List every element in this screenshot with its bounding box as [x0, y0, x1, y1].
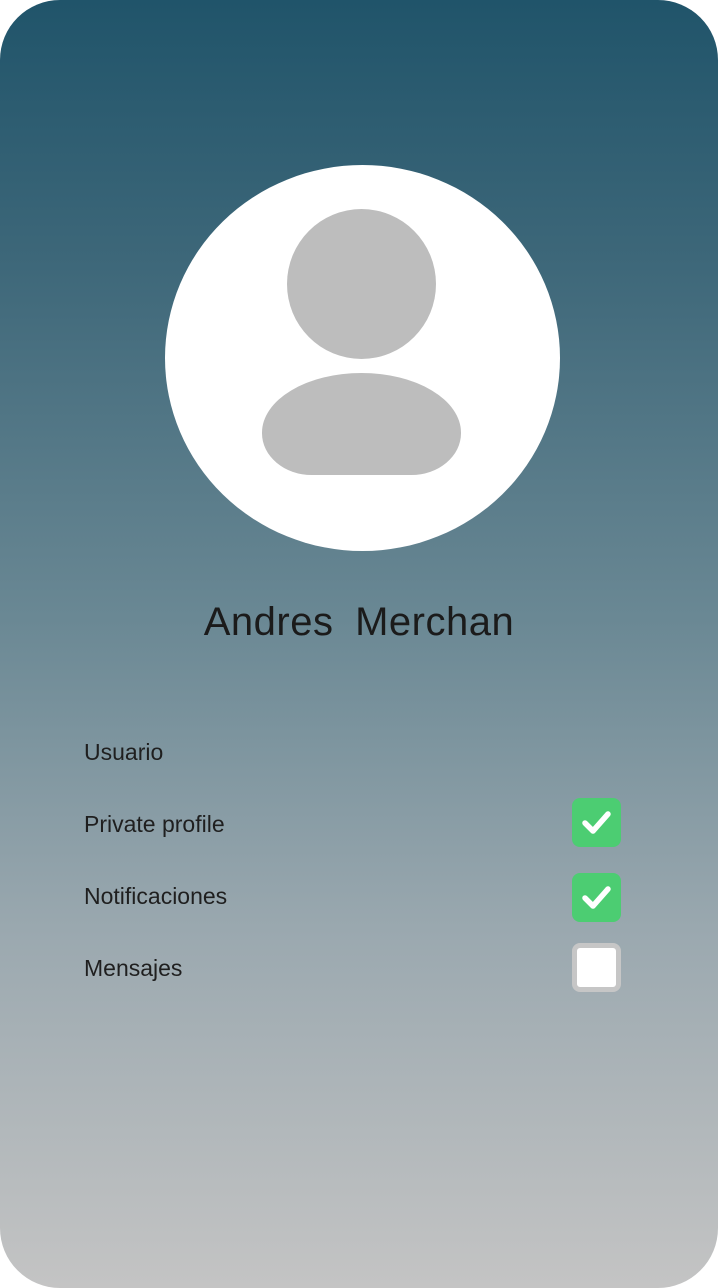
settings-row-mensajes: Mensajes [84, 946, 624, 1018]
avatar[interactable] [165, 165, 560, 551]
mensajes-checkbox[interactable] [572, 943, 621, 992]
private-profile-checkbox[interactable] [572, 798, 621, 847]
mensajes-label: Mensajes [84, 955, 183, 981]
settings-row-notificaciones: Notificaciones [84, 874, 624, 946]
settings-list: Usuario Private profile Notificaciones M… [84, 730, 624, 1018]
notificaciones-label: Notificaciones [84, 883, 228, 909]
usuario-label: Usuario [84, 739, 164, 765]
avatar-body-icon [262, 373, 461, 475]
profile-card: Andres Merchan Usuario Private profile N… [0, 0, 718, 1288]
avatar-head-icon [287, 209, 436, 359]
checkmark-icon [582, 886, 611, 909]
checkmark-icon [582, 811, 611, 834]
private-profile-label: Private profile [84, 811, 225, 837]
settings-row-private-profile: Private profile [84, 802, 624, 874]
notificaciones-checkbox[interactable] [572, 873, 621, 922]
settings-row-usuario: Usuario [84, 730, 624, 802]
user-name: Andres Merchan [203, 600, 515, 644]
